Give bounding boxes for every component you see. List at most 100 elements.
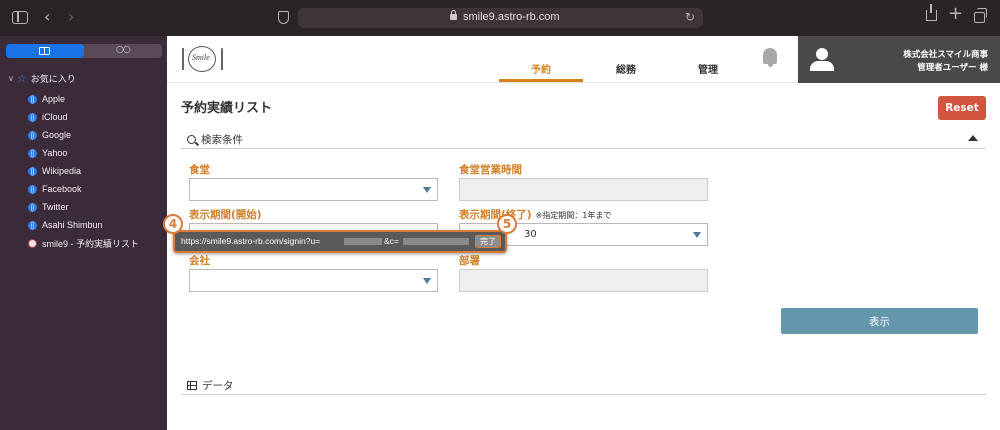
redaction-bar [344,238,382,245]
shield-icon[interactable] [278,11,289,24]
show-button[interactable]: 表示 [781,308,978,334]
table-icon [187,381,197,390]
address-bar[interactable]: smile9.astro-rb.com ↻ [298,8,703,28]
cafeteria-select[interactable] [189,178,438,201]
globe-icon [28,130,37,140]
bookmark-label: Yahoo [42,148,68,158]
redaction-bar [403,238,469,245]
avatar-icon [810,48,834,72]
url-param: &c= [384,236,399,246]
forward-icon[interactable]: › [68,9,74,25]
period-note: ※指定期間：1年まで [535,211,612,220]
fork-icon [182,48,184,70]
chevron-up-icon[interactable] [968,135,978,141]
bookmark-apple[interactable]: Apple [28,90,139,108]
logo-text: Smile [192,53,210,62]
bookmark-label: Apple [42,94,66,104]
period-end-value: 30 [524,229,537,240]
bookmark-wikipedia[interactable]: Wikipedia [28,162,139,180]
data-section-header: データ [187,378,234,393]
page-title: 予約実績リスト [181,101,273,116]
bookmark-facebook[interactable]: Facebook [28,180,139,198]
smile-favicon-icon [28,238,37,248]
bookmark-label: Google [42,130,72,140]
caret-down-icon [423,187,431,193]
address-text[interactable]: smile9.astro-rb.com [463,11,560,23]
bookmark-label: Twitter [42,202,69,212]
bookmark-yahoo[interactable]: Yahoo [28,144,139,162]
callout-5: 5 [497,214,517,234]
cafeteria-label: 食堂 [189,164,210,176]
safari-sidebar: ○○ ∨ ☆ お気に入り Apple iCloud Google Yahoo W… [0,36,167,430]
lock-icon [450,10,457,20]
bookmark-label: Facebook [42,184,82,194]
callout-4: 4 [163,214,183,234]
bookmark-label: iCloud [42,112,68,122]
company-label: 会社 [189,255,210,267]
bookmark-smile9[interactable]: smile9 - 予約実績リスト [28,234,139,252]
active-tab-indicator [499,79,583,82]
browser-toolbar: ‹ › smile9.astro-rb.com ↻ + [0,0,1000,36]
sidebar-icon[interactable] [12,11,28,24]
tab-reservation[interactable]: 予約 [531,61,551,76]
tabs-icon[interactable] [974,8,987,23]
tab-general-affairs[interactable]: 総務 [616,61,636,76]
department-field [459,269,708,292]
sidebar-segmented-control: ○○ [6,44,162,58]
bookmark-icloud[interactable]: iCloud [28,108,139,126]
bookmark-label: Wikipedia [42,166,82,176]
user-panel[interactable]: 株式会社スマイル商事 管理者ユーザー 様 [798,36,1000,83]
favorites-label: お気に入り [30,75,76,85]
reading-list-tab[interactable]: ○○ [84,44,162,58]
divider [181,148,986,149]
favorites-header[interactable]: ∨ ☆ お気に入り [8,72,76,85]
hours-field [459,178,708,201]
data-section-label: データ [202,380,234,392]
bookmark-label: Asahi Shimbun [42,220,103,230]
knife-icon [221,48,223,70]
globe-icon [28,148,37,158]
search-section-header: 検索条件 [187,132,243,147]
bookmark-asahi[interactable]: Asahi Shimbun [28,216,139,234]
globe-icon [28,184,37,194]
company-name: 株式会社スマイル商事 [903,50,988,60]
bookmark-google[interactable]: Google [28,126,139,144]
search-section-label: 検索条件 [201,134,243,146]
app-header: Smile 予約 総務 管理 株式会社スマイル商事 管理者ユーザー 様 [167,36,1000,83]
plus-icon[interactable]: + [948,5,963,23]
tab-management[interactable]: 管理 [698,61,718,76]
company-select[interactable] [189,269,438,292]
globe-icon [28,220,37,230]
reset-button[interactable]: Reset [938,96,986,120]
book-icon [39,47,50,55]
chevron-down-icon[interactable]: ∨ [8,74,14,83]
user-name: 管理者ユーザー 様 [917,63,988,73]
smile-logo[interactable]: Smile [179,44,225,74]
url-text[interactable]: https://smile9.astro-rb.com/signin?u= [181,236,320,246]
bookmarks-tab[interactable] [6,44,84,58]
reload-icon[interactable]: ↻ [685,10,695,24]
period-end-label-text: 表示期間(終了) [459,209,532,221]
divider [181,394,986,395]
globe-icon [28,202,37,212]
glasses-icon: ○○ [116,45,131,55]
globe-icon [28,94,37,104]
globe-icon [28,166,37,176]
hours-label: 食堂営業時間 [459,164,522,176]
bookmark-twitter[interactable]: Twitter [28,198,139,216]
bookmark-list: Apple iCloud Google Yahoo Wikipedia Face… [28,90,139,252]
back-icon[interactable]: ‹ [44,9,50,25]
department-label: 部署 [459,255,480,267]
star-icon: ☆ [16,72,27,85]
caret-down-icon [423,278,431,284]
globe-icon [28,112,37,122]
bookmark-label: smile9 - 予約実績リスト [42,238,140,249]
search-icon [187,135,196,144]
done-button[interactable]: 完了 [475,235,501,248]
period-end-label: 表示期間(終了) ※指定期間：1年まで [459,207,611,222]
url-popup[interactable]: https://smile9.astro-rb.com/signin?u= &c… [173,230,507,253]
share-icon[interactable] [926,4,937,21]
caret-down-icon [693,232,701,238]
period-start-label: 表示期間(開始) [189,209,262,221]
bell-icon[interactable] [763,48,777,67]
